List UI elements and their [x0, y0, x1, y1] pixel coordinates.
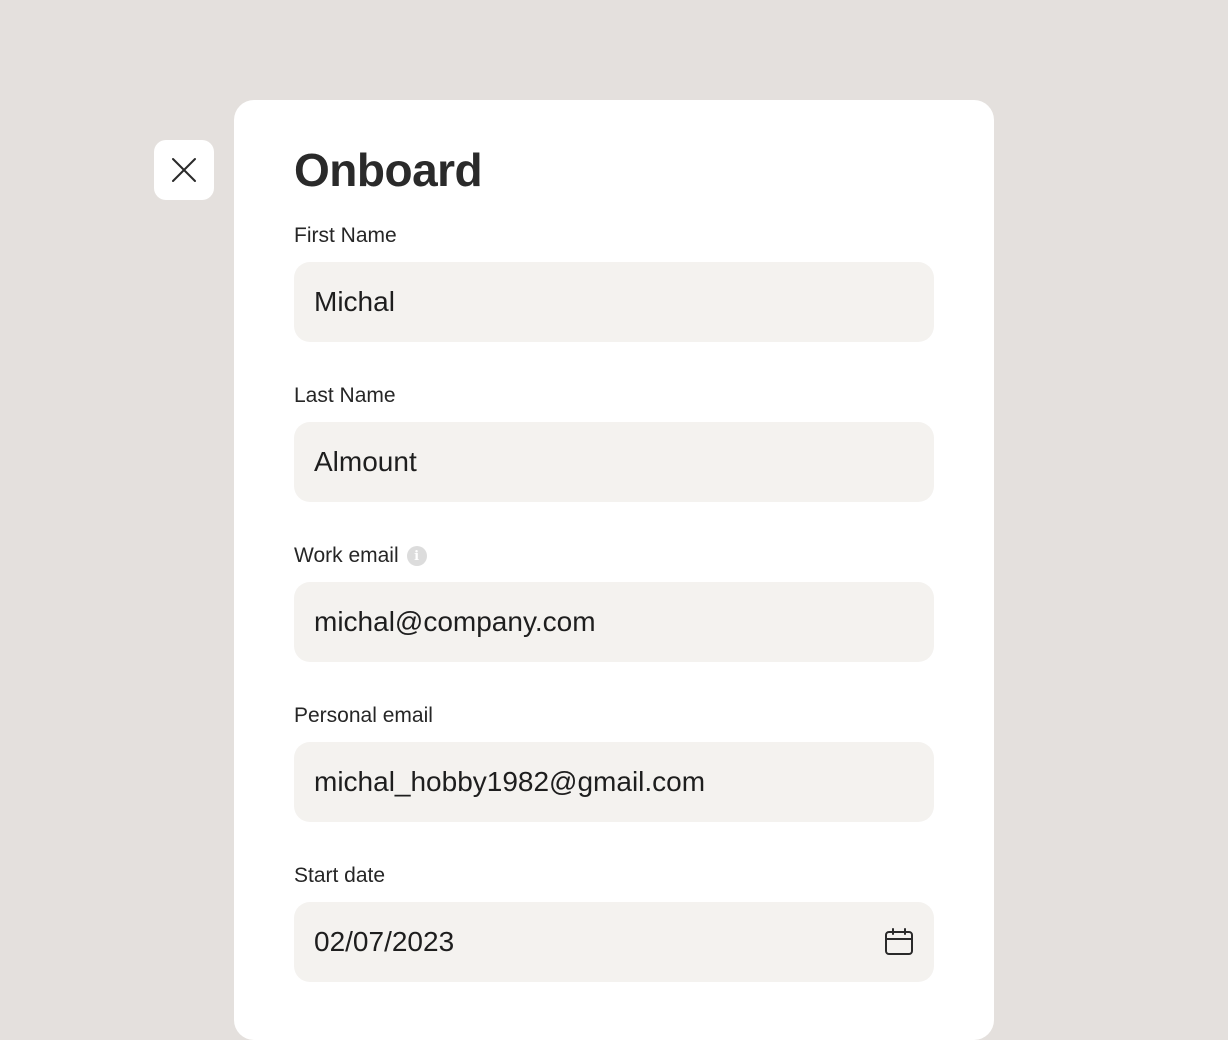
work-email-label: Work email i	[294, 542, 934, 570]
close-icon	[171, 157, 197, 183]
personal-email-field: Personal email michal_hobby1982@gmail.co…	[294, 702, 934, 822]
work-email-value: michal@company.com	[314, 606, 596, 637]
dialog-title: Onboard	[294, 144, 483, 196]
last-name-label: Last Name	[294, 382, 934, 410]
start-date-label-text: Start date	[294, 864, 386, 887]
last-name-field: Last Name Almount	[294, 382, 934, 502]
last-name-input[interactable]: Almount	[294, 422, 934, 502]
start-date-input[interactable]: 02/07/2023	[294, 902, 934, 982]
last-name-value: Almount	[314, 446, 417, 477]
start-date-value: 02/07/2023	[314, 926, 455, 957]
info-icon[interactable]: i	[406, 546, 427, 566]
work-email-field: Work email i michal@company.com	[294, 542, 934, 662]
personal-email-value: michal_hobby1982@gmail.com	[314, 766, 706, 797]
personal-email-input[interactable]: michal_hobby1982@gmail.com	[294, 742, 934, 822]
onboard-dialog: Onboard First Name Michal Last Name Almo…	[234, 100, 994, 1040]
last-name-label-text: Last Name	[294, 384, 396, 407]
work-email-label-text: Work email	[294, 544, 399, 567]
first-name-label: First Name	[294, 222, 934, 250]
calendar-icon[interactable]	[884, 927, 914, 957]
close-button[interactable]	[154, 140, 214, 200]
first-name-label-text: First Name	[294, 224, 397, 247]
first-name-field: First Name Michal	[294, 222, 934, 342]
first-name-value: Michal	[314, 286, 395, 317]
personal-email-label: Personal email	[294, 702, 934, 730]
start-date-label: Start date	[294, 862, 934, 890]
personal-email-label-text: Personal email	[294, 704, 433, 727]
start-date-field: Start date 02/07/2023	[294, 862, 934, 982]
first-name-input[interactable]: Michal	[294, 262, 934, 342]
work-email-input[interactable]: michal@company.com	[294, 582, 934, 662]
